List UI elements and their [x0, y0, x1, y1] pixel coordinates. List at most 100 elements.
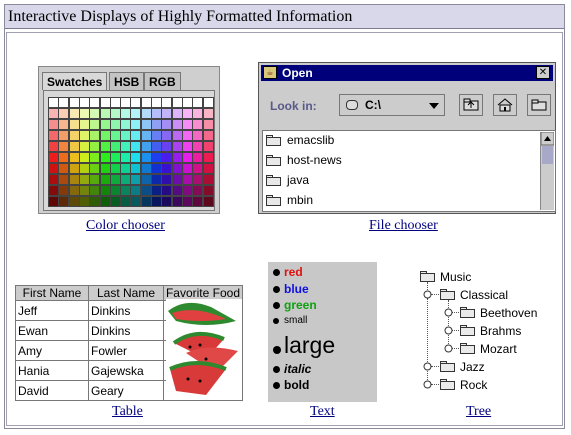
color-swatch[interactable]: [89, 119, 101, 130]
column-header[interactable]: Last Name: [88, 285, 164, 301]
color-swatch[interactable]: [192, 174, 204, 185]
color-swatch[interactable]: [48, 119, 59, 130]
color-swatch[interactable]: [130, 152, 142, 163]
color-swatch[interactable]: [58, 130, 70, 141]
color-swatch[interactable]: [151, 185, 162, 196]
tree-node-music[interactable]: Music: [440, 270, 471, 284]
color-swatch[interactable]: [161, 163, 173, 174]
expand-handle-icon[interactable]: [444, 308, 453, 317]
color-swatch[interactable]: [99, 174, 111, 185]
color-swatch[interactable]: [109, 130, 121, 141]
color-swatch[interactable]: [89, 196, 101, 207]
color-swatch[interactable]: [171, 185, 183, 196]
color-swatch[interactable]: [68, 163, 80, 174]
table-cell[interactable]: Geary: [88, 380, 164, 401]
look-in-combo[interactable]: C:\: [339, 94, 445, 116]
color-swatch[interactable]: [78, 141, 90, 152]
color-swatch[interactable]: [140, 196, 152, 207]
color-swatch[interactable]: [120, 174, 132, 185]
color-swatch[interactable]: [99, 196, 111, 207]
tree-node-classical[interactable]: Classical: [460, 288, 508, 302]
color-swatch[interactable]: [192, 119, 204, 130]
color-swatch[interactable]: [78, 152, 90, 163]
expand-handle-icon[interactable]: [423, 362, 432, 371]
color-swatch[interactable]: [130, 185, 142, 196]
color-swatch[interactable]: [181, 163, 193, 174]
color-swatch[interactable]: [48, 108, 59, 119]
color-swatch[interactable]: [151, 174, 162, 185]
color-swatch[interactable]: [192, 141, 204, 152]
color-swatch[interactable]: [68, 196, 80, 207]
color-swatch[interactable]: [78, 108, 90, 119]
color-swatch[interactable]: [68, 185, 80, 196]
color-swatch[interactable]: [151, 196, 162, 207]
color-swatch[interactable]: [89, 97, 101, 108]
color-swatch[interactable]: [181, 97, 193, 108]
color-swatch[interactable]: [161, 152, 173, 163]
color-swatch[interactable]: [99, 130, 111, 141]
tree-node-mozart[interactable]: Mozart: [480, 342, 517, 356]
color-swatch[interactable]: [48, 174, 59, 185]
color-swatch[interactable]: [78, 130, 90, 141]
text-link[interactable]: Text: [310, 404, 335, 420]
expand-handle-icon[interactable]: [444, 344, 453, 353]
color-swatch[interactable]: [58, 174, 70, 185]
color-swatch[interactable]: [89, 152, 101, 163]
color-swatch[interactable]: [192, 185, 204, 196]
color-swatch[interactable]: [120, 141, 132, 152]
color-swatch[interactable]: [109, 185, 121, 196]
color-swatch[interactable]: [109, 152, 121, 163]
color-swatch[interactable]: [161, 130, 173, 141]
color-swatch[interactable]: [192, 108, 204, 119]
color-swatch[interactable]: [171, 108, 183, 119]
tree-link[interactable]: Tree: [466, 404, 491, 420]
color-swatch[interactable]: [89, 141, 101, 152]
color-swatch[interactable]: [140, 108, 152, 119]
color-swatch[interactable]: [89, 108, 101, 119]
color-swatch[interactable]: [48, 152, 59, 163]
color-swatch[interactable]: [202, 141, 214, 152]
color-swatch[interactable]: [161, 174, 173, 185]
color-swatch[interactable]: [171, 97, 183, 108]
color-swatch[interactable]: [109, 119, 121, 130]
color-swatch[interactable]: [58, 141, 70, 152]
color-swatch[interactable]: [68, 152, 80, 163]
tree-node-brahms[interactable]: Brahms: [480, 324, 521, 338]
color-swatch[interactable]: [181, 108, 193, 119]
color-swatch[interactable]: [48, 130, 59, 141]
color-swatch[interactable]: [202, 185, 214, 196]
file-list[interactable]: emacslib host-news java mbin: [262, 130, 556, 212]
file-list-item[interactable]: mbin: [266, 191, 313, 210]
color-swatch[interactable]: [140, 185, 152, 196]
color-swatch[interactable]: [120, 119, 132, 130]
color-swatch[interactable]: [68, 119, 80, 130]
expand-handle-icon[interactable]: [423, 290, 432, 299]
color-swatch[interactable]: [151, 130, 162, 141]
color-swatch[interactable]: [140, 174, 152, 185]
file-chooser-link[interactable]: File chooser: [369, 218, 438, 234]
tree-node-beethoven[interactable]: Beethoven: [480, 306, 537, 320]
color-swatch[interactable]: [109, 163, 121, 174]
new-folder-button[interactable]: [527, 94, 551, 116]
color-swatch[interactable]: [171, 196, 183, 207]
color-swatch[interactable]: [109, 196, 121, 207]
color-swatch[interactable]: [202, 163, 214, 174]
color-swatch[interactable]: [130, 163, 142, 174]
file-list-item[interactable]: java: [266, 171, 309, 190]
color-swatch[interactable]: [120, 108, 132, 119]
color-swatch[interactable]: [140, 152, 152, 163]
color-swatch[interactable]: [48, 97, 59, 108]
color-swatch[interactable]: [202, 119, 214, 130]
color-swatch[interactable]: [171, 152, 183, 163]
color-swatch[interactable]: [120, 163, 132, 174]
table-link[interactable]: Table: [112, 404, 143, 420]
table-cell[interactable]: Hania: [15, 360, 89, 381]
color-swatch[interactable]: [120, 97, 132, 108]
tree-node-jazz[interactable]: Jazz: [460, 360, 485, 374]
color-swatch[interactable]: [140, 141, 152, 152]
swatch-grid[interactable]: [48, 97, 214, 207]
color-swatch[interactable]: [120, 196, 132, 207]
tree-node-rock[interactable]: Rock: [460, 378, 487, 392]
color-swatch[interactable]: [161, 97, 173, 108]
table-cell[interactable]: Jeff: [15, 300, 89, 321]
